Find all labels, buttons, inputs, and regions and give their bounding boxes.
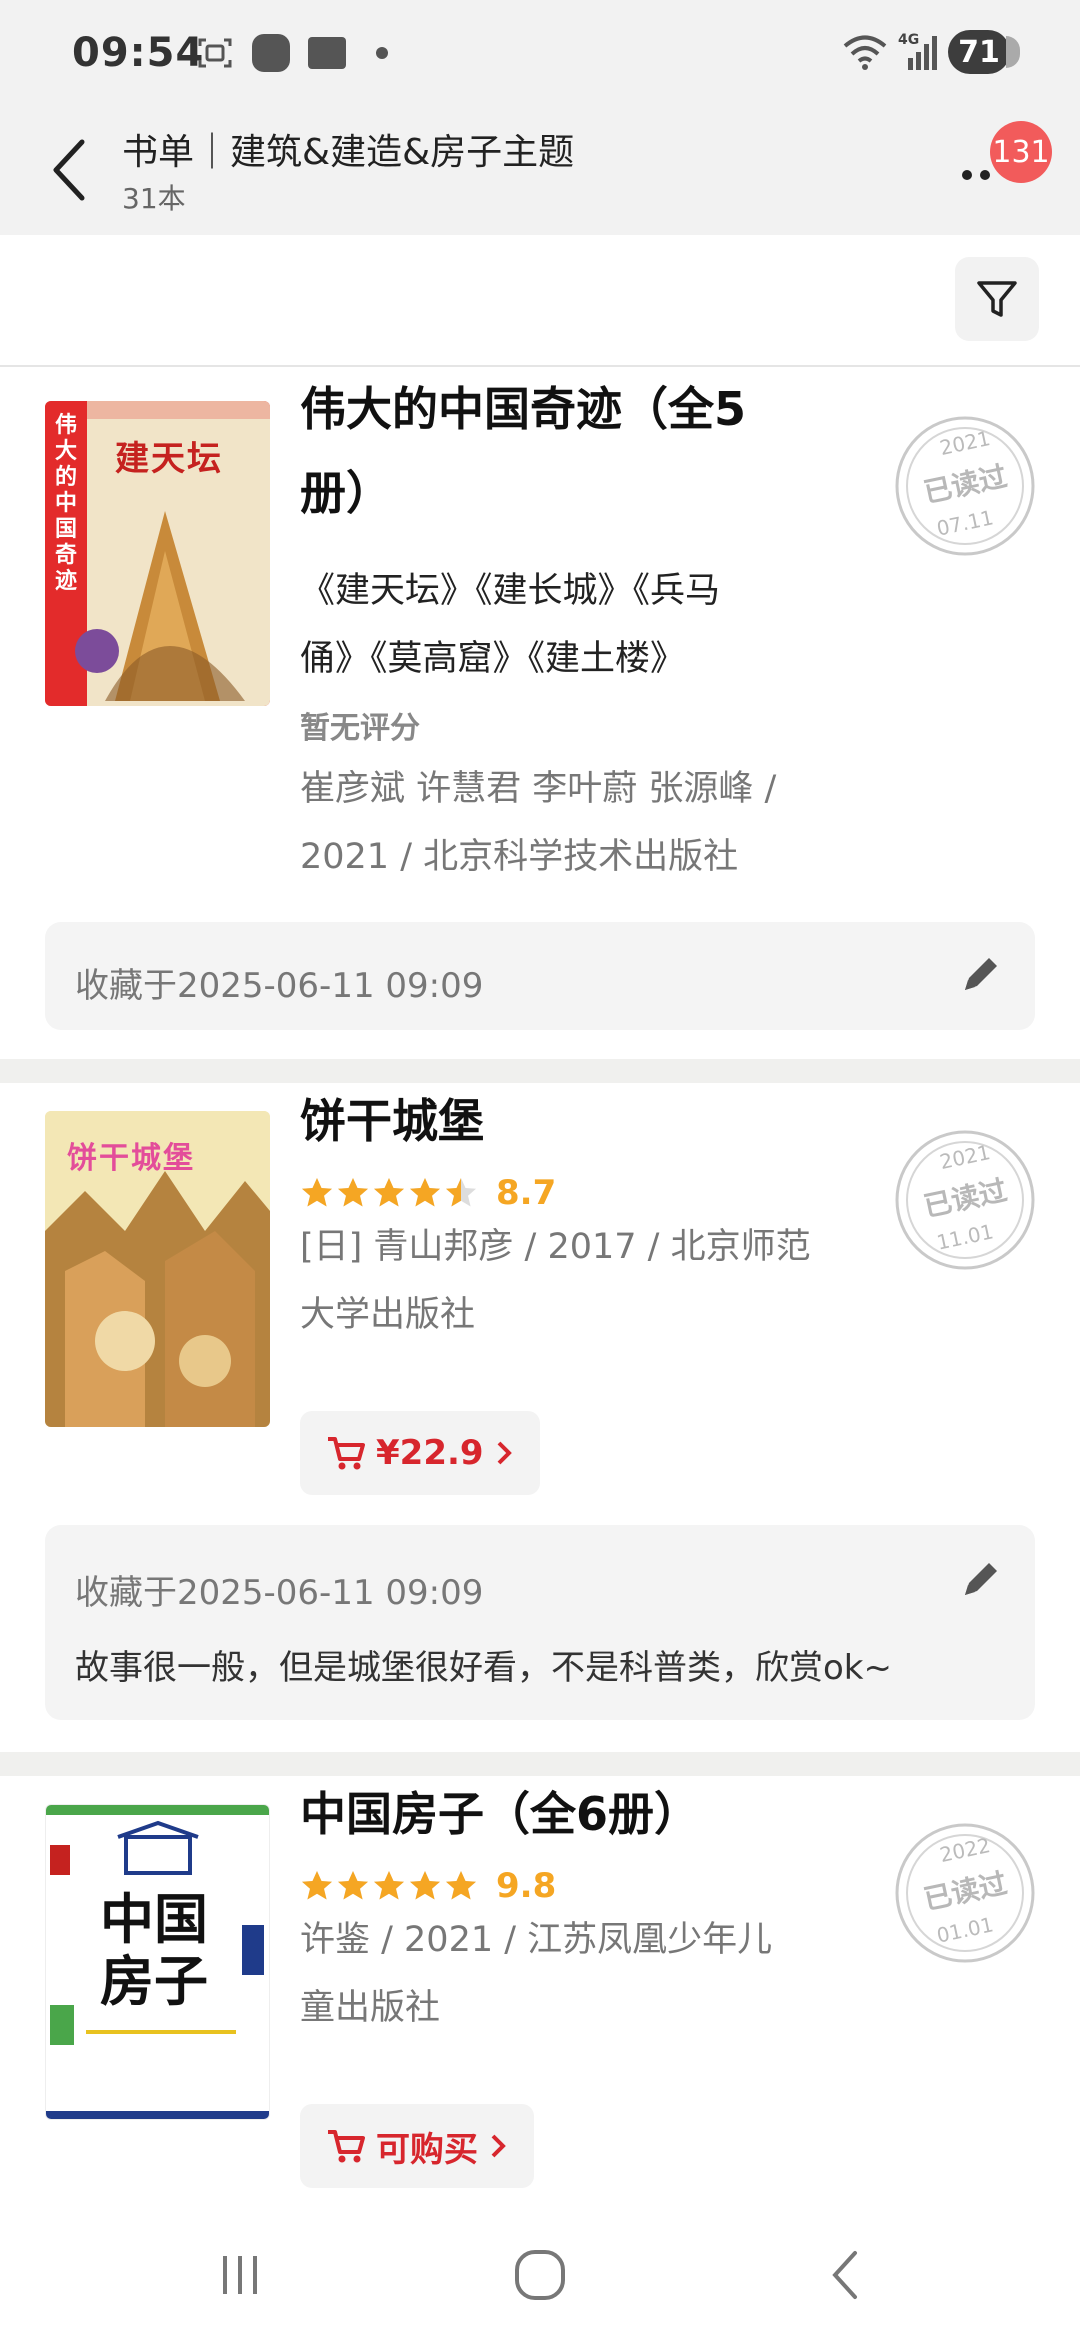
price: ¥22.9 [376, 1433, 484, 1473]
book-cover[interactable]: 伟大的中国奇迹 建天坛 [45, 401, 270, 706]
cart-icon [328, 2130, 365, 2163]
book-cover[interactable]: 中国 房子 [45, 1804, 270, 2120]
book-title[interactable]: 饼干城堡 [300, 1079, 484, 1163]
note-box[interactable]: 收藏于2025-06-11 09:09 故事很一般，但是城堡很好看，不是科普类，… [45, 1525, 1035, 1720]
back-arrow-icon [53, 139, 85, 201]
buy-label: 可购买 [376, 2129, 478, 2170]
system-nav-bar [0, 2210, 1080, 2340]
status-right-icons: 4G 71 [842, 30, 1020, 74]
star-icon [446, 1178, 476, 1207]
book-meta-line2: 童出版社 [300, 1988, 441, 2028]
book-title-line2[interactable]: 册） [300, 451, 392, 535]
cover-title: 中国 房子 [100, 1889, 208, 2013]
app-notification-icon [252, 34, 290, 72]
wifi-icon [843, 35, 887, 70]
rating: 8.7 [300, 1173, 556, 1213]
page-title: 书单｜建筑&建造&房子主题 [122, 132, 575, 173]
read-stamp-icon: 2021 已读过 07.11 [892, 413, 1038, 559]
pencil-icon[interactable] [955, 950, 1005, 1000]
book-meta: 崔彦斌 许慧君 李叶蔚 张源峰 / [300, 769, 777, 809]
recent-apps-icon [223, 2256, 257, 2294]
chevron-right-icon [491, 2134, 506, 2158]
book-cover[interactable]: 饼干城堡 [45, 1111, 270, 1427]
price-button[interactable]: ¥22.9 [300, 1411, 540, 1495]
status-bar: 09:54 4G 71 [0, 0, 1080, 105]
back-button[interactable] [28, 125, 108, 215]
chevron-right-icon [497, 1441, 512, 1465]
book-subtitle: 《建天坛》《建长城》《兵马 [300, 571, 721, 611]
app-header: 书单｜建筑&建造&房子主题 31本 131 [0, 105, 1080, 235]
cellular-signal-icon: 4G [898, 32, 938, 72]
star-rating [300, 1869, 478, 1903]
nav-back-button[interactable] [800, 2235, 890, 2315]
star-icon [338, 1178, 368, 1207]
cover-title: 建天坛 [115, 439, 223, 479]
star-rating [300, 1176, 478, 1210]
battery-indicator: 71 [948, 30, 1020, 74]
filter-button[interactable] [955, 257, 1039, 341]
filter-bar [0, 235, 1080, 367]
book-title[interactable]: 中国房子（全6册） [300, 1772, 700, 1856]
star-icon [374, 1871, 404, 1900]
filter-funnel-icon [977, 281, 1017, 317]
rating-text: 暂无评分 [300, 711, 420, 746]
collected-date: 收藏于2025-06-11 09:09 [75, 966, 484, 1006]
book-title[interactable]: 伟大的中国奇迹（全5 [300, 367, 746, 451]
rating-score: 9.8 [496, 1866, 557, 1906]
book-card[interactable]: 饼干城堡 饼干城堡 8.7 [日] 青山邦彦 / 2017 / 北京师范 大学出… [0, 1083, 1080, 1752]
screenshot-icon [198, 38, 232, 68]
more-dots-icon [962, 170, 972, 180]
note-box[interactable]: 收藏于2025-06-11 09:09 [45, 922, 1035, 1030]
read-stamp-icon: 2022 已读过 01.01 [892, 1820, 1038, 1966]
read-stamp-icon: 2021 已读过 11.01 [892, 1127, 1038, 1273]
note-text: 故事很一般，但是城堡很好看，不是科普类，欣赏ok~ [75, 1648, 892, 1688]
rating-score: 8.7 [496, 1173, 557, 1213]
star-icon [302, 1178, 332, 1207]
book-meta-line2: 大学出版社 [300, 1295, 476, 1335]
star-icon [338, 1871, 368, 1900]
cover-title-line1: 中国 [100, 1888, 208, 1951]
buy-button[interactable]: 可购买 [300, 2104, 534, 2188]
card-separator [0, 1059, 1080, 1083]
notification-badge: 131 [990, 121, 1052, 183]
book-count: 31本 [122, 182, 186, 215]
home-button[interactable] [495, 2235, 585, 2315]
book-card[interactable]: 伟大的中国奇迹 建天坛 伟大的中国奇迹（全5 册） 《建天坛》《建长城》《兵马 … [0, 369, 1080, 1059]
cover-title-line2: 房子 [100, 1950, 208, 2013]
notification-icons [196, 34, 388, 72]
star-icon [446, 1871, 476, 1900]
cart-icon [328, 1437, 365, 1470]
folder-icon [308, 37, 346, 69]
star-icon [410, 1178, 440, 1207]
pencil-icon[interactable] [955, 1555, 1005, 1605]
book-subtitle-line2: 俑》《莫高窟》《建土楼》 [300, 639, 686, 679]
book-card[interactable]: 中国 房子 中国房子（全6册） 9.8 许鉴 / 2021 / 江苏凤凰少年儿 … [0, 1776, 1080, 2210]
home-icon [515, 2250, 565, 2300]
collected-date: 收藏于2025-06-11 09:09 [75, 1573, 484, 1613]
book-meta: 许鉴 / 2021 / 江苏凤凰少年儿 [300, 1920, 773, 1960]
status-time: 09:54 [72, 30, 205, 76]
star-icon [410, 1871, 440, 1900]
book-meta-line2: 2021 / 北京科学技术出版社 [300, 837, 739, 877]
star-icon [302, 1871, 332, 1900]
cover-series: 伟大的中国奇迹 [54, 413, 77, 594]
rating: 9.8 [300, 1866, 556, 1906]
star-icon [374, 1178, 404, 1207]
more-notifications-dot-icon [376, 47, 388, 59]
cover-title: 饼干城堡 [67, 1141, 195, 1176]
nav-back-icon [832, 2251, 857, 2299]
recent-apps-button[interactable] [195, 2235, 285, 2315]
book-meta: [日] 青山邦彦 / 2017 / 北京师范 [300, 1227, 811, 1267]
